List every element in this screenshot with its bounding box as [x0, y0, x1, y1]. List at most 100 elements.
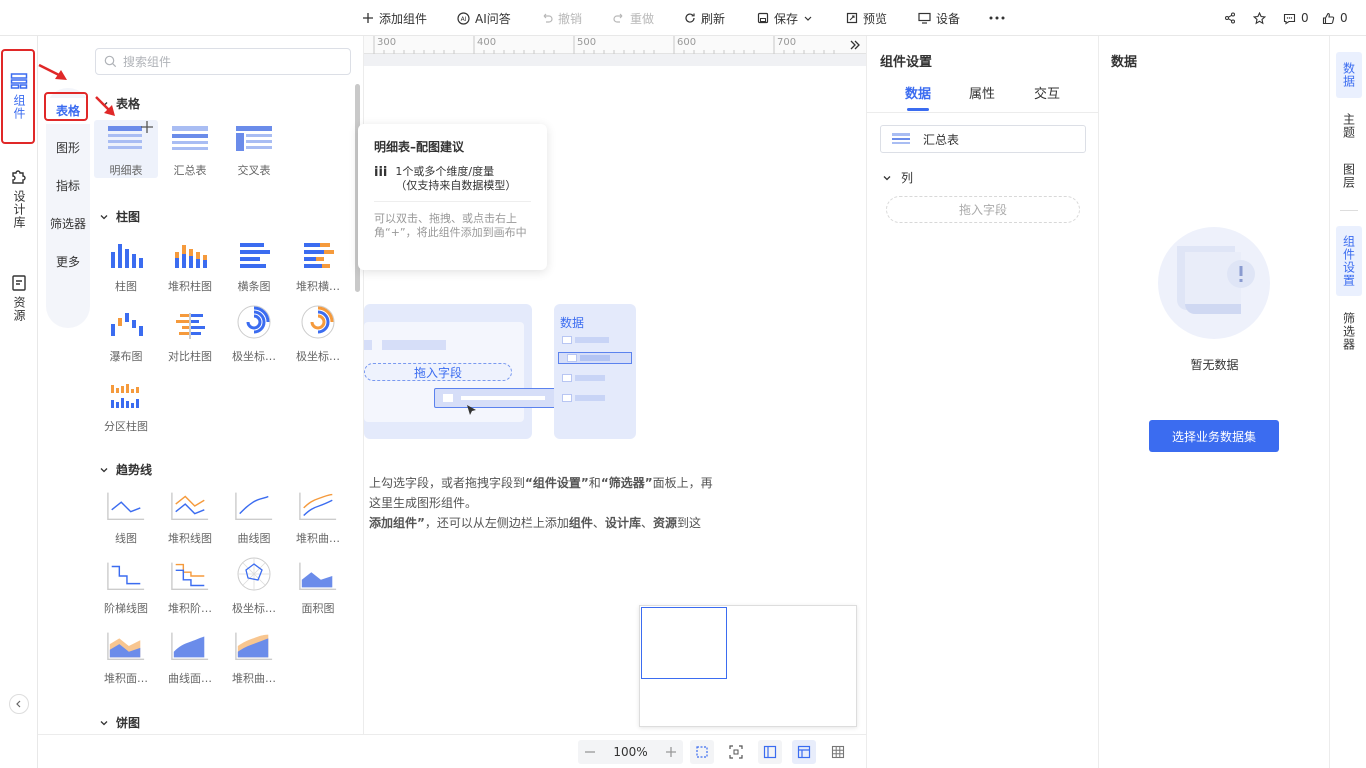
section-title-trend: 趋势线 [116, 463, 153, 477]
component-item-bar[interactable]: 柱图 [94, 236, 158, 294]
device-button[interactable]: 设备 [918, 0, 960, 36]
zoom-in-icon[interactable] [665, 746, 677, 758]
zoom-level[interactable]: 100% [613, 745, 647, 759]
grid-icon [831, 745, 845, 759]
component-item-horizontal-bar[interactable]: 横条图 [222, 236, 286, 294]
component-item-stacked-curve[interactable]: 堆积曲… [286, 488, 350, 546]
component-label-stacked-bar: 堆积柱图 [168, 280, 212, 293]
section-header-pie[interactable]: 饼图 [100, 714, 140, 731]
annotation-highlight-box [1, 49, 35, 144]
category-tab-metrics[interactable]: 指标 [46, 176, 90, 196]
column-drop-zone[interactable]: 拖入字段 [886, 196, 1080, 223]
horizontal-bar-icon [240, 243, 270, 268]
search-input[interactable]: 搜索组件 [95, 48, 351, 75]
polar-line-icon [237, 557, 271, 591]
comments-button[interactable]: 0 [1283, 0, 1309, 36]
tab-properties[interactable]: 属性 [969, 83, 995, 102]
component-label-detail-table: 明细表 [109, 164, 143, 177]
component-item-stacked-horizontal-bar[interactable]: 堆积横… [286, 236, 350, 294]
component-item-polar-line[interactable]: 极坐标… [222, 557, 286, 616]
component-item-stacked-bar[interactable]: 堆积柱图 [158, 236, 222, 294]
favorite-button[interactable] [1253, 0, 1266, 36]
share-button[interactable] [1224, 0, 1236, 36]
category-tab-graphics[interactable]: 图形 [46, 138, 90, 158]
component-item-cross-table[interactable]: 交叉表 [222, 120, 286, 178]
component-label-waterfall: 瀑布图 [109, 350, 143, 363]
component-item-detail-table[interactable]: 明细表 [94, 120, 158, 178]
help-text: 、 [640, 516, 653, 530]
minimap-viewport[interactable] [641, 607, 727, 679]
component-item-stacked-area[interactable]: 堆积面… [94, 628, 158, 686]
component-item-polar-bar-2[interactable]: 极坐标… [286, 305, 350, 364]
add-plus-icon[interactable] [140, 120, 154, 134]
right-rail: 数据 主题 图层 组件设置 筛选器 [1329, 36, 1366, 768]
section-header-bar[interactable]: 柱图 [100, 208, 140, 225]
rail-item-theme[interactable]: 主题 [1336, 108, 1362, 144]
layout-header-button[interactable] [792, 740, 816, 764]
component-item-curve[interactable]: 曲线图 [222, 488, 286, 546]
polar-stacked-bar-icon [301, 305, 335, 339]
stacked-line-icon [171, 492, 209, 521]
search-icon [104, 55, 117, 68]
save-button[interactable]: 保存 [757, 0, 813, 36]
rail-item-filters[interactable]: 筛选器 [1336, 306, 1362, 356]
chevron-down-icon [100, 467, 108, 472]
refresh-button[interactable]: 刷新 [684, 0, 725, 36]
component-item-stacked-line[interactable]: 堆积线图 [158, 488, 222, 546]
layout-sidebar-button[interactable] [758, 740, 782, 764]
grid-toggle-button[interactable] [826, 740, 850, 764]
sidebar-item-resources[interactable]: 资源 [3, 274, 35, 322]
component-item-step-line[interactable]: 阶梯线图 [94, 558, 158, 616]
layout-left-icon [763, 745, 777, 759]
component-settings-panel: 组件设置 数据 属性 交互 汇总表 列 拖入字段 [866, 36, 1099, 768]
component-item-polar-bar-1[interactable]: 极坐标… [222, 305, 286, 364]
component-item-stacked-step[interactable]: 堆积阶… [158, 558, 222, 616]
fit-screen-button[interactable] [724, 740, 748, 764]
zoom-out-icon[interactable] [584, 746, 596, 758]
canvas-minimap[interactable] [639, 605, 857, 727]
category-tab-more[interactable]: 更多 [46, 252, 90, 272]
column-section-header[interactable]: 列 [883, 169, 913, 186]
help-text: 上勾选字段，或者拖拽字段到 [369, 476, 526, 490]
section-header-trend[interactable]: 趋势线 [100, 461, 152, 478]
component-item-stacked-curve-area[interactable]: 堆积曲… [222, 628, 286, 686]
section-title-table: 表格 [116, 97, 141, 111]
fit-selection-button[interactable] [690, 740, 714, 764]
save-label: 保存 [774, 11, 799, 26]
plus-icon [363, 13, 373, 23]
rail-item-data[interactable]: 数据 [1336, 52, 1362, 98]
compare-bar-icon [176, 313, 205, 339]
undo-button[interactable]: 撤销 [541, 0, 582, 36]
collapse-sidebar-button[interactable] [9, 694, 29, 714]
tab-data[interactable]: 数据 [905, 83, 931, 102]
component-item-summary-table[interactable]: 汇总表 [158, 120, 222, 178]
help-text-bold: 组件 [568, 516, 593, 530]
component-item-line[interactable]: 线图 [94, 488, 158, 546]
cursor-icon [467, 405, 476, 415]
left-sidebar: 组件 设计库 资源 [0, 36, 38, 768]
category-tab-filters[interactable]: 筛选器 [46, 214, 90, 234]
component-item-partition-bar[interactable]: 分区柱图 [94, 376, 158, 434]
component-item-curve-area[interactable]: 曲线面… [158, 628, 222, 686]
double-chevron-right-icon[interactable] [850, 40, 860, 50]
puzzle-icon [12, 170, 26, 184]
undo-icon [543, 13, 553, 23]
curve-chart-icon [235, 492, 273, 521]
zoom-toolbar: 100% [38, 734, 866, 768]
rail-item-layers[interactable]: 图层 [1336, 158, 1362, 194]
rail-item-component-settings[interactable]: 组件设置 [1336, 226, 1362, 296]
sidebar-item-design-library[interactable]: 设计库 [3, 168, 35, 229]
like-button[interactable]: 0 [1322, 0, 1348, 36]
redo-icon [613, 13, 623, 23]
add-component-button[interactable]: 添加组件 [362, 0, 427, 36]
component-item-waterfall[interactable]: 瀑布图 [94, 306, 158, 364]
more-button[interactable] [989, 0, 1005, 36]
component-item-area[interactable]: 面积图 [286, 558, 350, 616]
tab-interaction[interactable]: 交互 [1034, 83, 1060, 102]
selected-component-field[interactable]: 汇总表 [880, 125, 1086, 153]
redo-button[interactable]: 重做 [613, 0, 654, 36]
component-item-compare-bar[interactable]: 对比柱图 [158, 306, 222, 364]
preview-button[interactable]: 预览 [846, 0, 887, 36]
ai-qa-button[interactable]: AI AI问答 [457, 0, 511, 36]
select-dataset-button[interactable]: 选择业务数据集 [1149, 420, 1279, 452]
